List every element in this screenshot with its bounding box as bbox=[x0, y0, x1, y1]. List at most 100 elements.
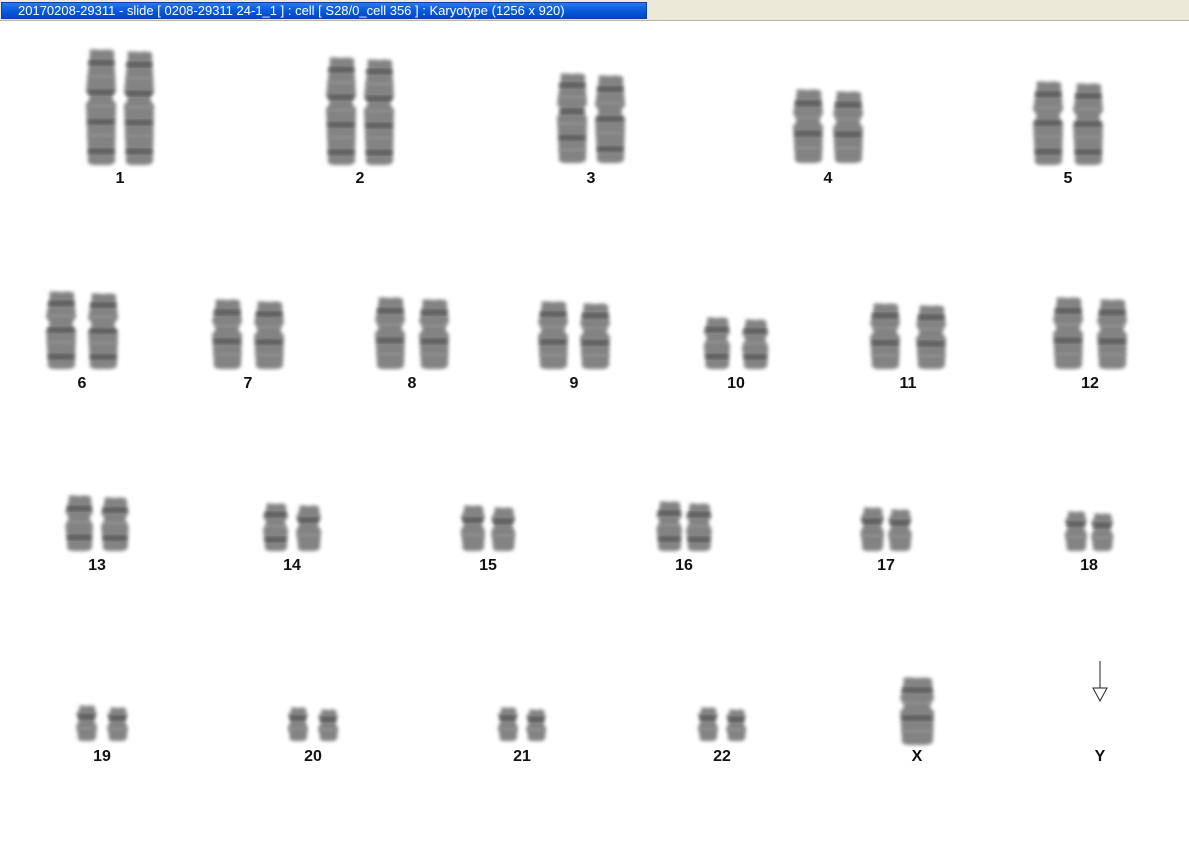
chromosome-band bbox=[366, 96, 392, 101]
chromosome-6-a[interactable] bbox=[46, 291, 76, 370]
chromosome-band bbox=[658, 523, 680, 527]
chromosome-16-b[interactable] bbox=[686, 503, 712, 552]
chromosome-label-10: 10 bbox=[727, 375, 745, 392]
chromosome-band bbox=[366, 82, 392, 86]
chromosome-band bbox=[795, 100, 821, 106]
chromosome-band bbox=[1055, 323, 1081, 327]
chromosome-label-14: 14 bbox=[283, 557, 301, 574]
chromosome-7-b[interactable] bbox=[254, 301, 284, 370]
chromosome-band bbox=[1099, 324, 1125, 328]
chromosome-band bbox=[528, 716, 545, 722]
chromosome-band bbox=[214, 338, 240, 344]
chromosome-band bbox=[109, 715, 126, 721]
chromosome-band bbox=[88, 104, 114, 108]
chromosome-2-b[interactable] bbox=[364, 59, 394, 166]
chromosome-8-b[interactable] bbox=[419, 299, 449, 370]
chromosome-15-a[interactable] bbox=[460, 505, 485, 552]
chromosome-band bbox=[1055, 337, 1081, 343]
chromosome-14-b[interactable] bbox=[296, 505, 321, 552]
chromosome-band bbox=[289, 727, 306, 731]
chromosome-18-b[interactable] bbox=[1091, 513, 1114, 552]
chromosome-band bbox=[88, 75, 114, 78]
chromosome-band bbox=[421, 338, 447, 344]
chromosome-band bbox=[1075, 93, 1101, 99]
chromosome-9-b[interactable] bbox=[580, 303, 610, 370]
chromosome-4-b[interactable] bbox=[833, 91, 863, 164]
chromosome-10-b[interactable] bbox=[742, 319, 769, 370]
chromosome-band bbox=[890, 520, 910, 526]
chromosome-band bbox=[48, 300, 74, 306]
chromosome-15-b[interactable] bbox=[491, 507, 516, 552]
chromosome-5-a[interactable] bbox=[1033, 81, 1063, 166]
chromosome-8-a[interactable] bbox=[375, 297, 405, 370]
chromosome-band bbox=[103, 535, 127, 541]
chromosome-20-b[interactable] bbox=[318, 709, 339, 742]
chromosome-5-b[interactable] bbox=[1073, 83, 1103, 166]
chromosome-1-a[interactable] bbox=[86, 49, 116, 166]
chromosome-18-a[interactable] bbox=[1064, 511, 1087, 552]
chromosome-21-b[interactable] bbox=[526, 709, 547, 742]
chromosome-22-a[interactable] bbox=[697, 707, 718, 742]
chromosome-6-b[interactable] bbox=[88, 293, 118, 370]
chromosome-band bbox=[1035, 91, 1061, 97]
chromosome-21-a[interactable] bbox=[497, 707, 518, 742]
chromosome-22-b[interactable] bbox=[726, 709, 747, 742]
chromosome-7-a[interactable] bbox=[212, 299, 242, 370]
chromosome-band bbox=[328, 94, 354, 100]
chromosome-2-a[interactable] bbox=[326, 57, 356, 166]
karyogram-canvas bbox=[46, 49, 1127, 746]
chromosome-1-b[interactable] bbox=[124, 51, 154, 166]
chromosome-13-a[interactable] bbox=[65, 495, 93, 552]
chromosome-band bbox=[1066, 535, 1085, 539]
chromosome-band bbox=[256, 353, 282, 357]
chromosome-3-a[interactable] bbox=[557, 73, 587, 164]
chromosome-band bbox=[658, 536, 680, 542]
chromosome-band bbox=[366, 136, 392, 140]
missing-arrow-icon bbox=[1092, 661, 1108, 703]
chromosome-label-17: 17 bbox=[877, 557, 895, 574]
chromosome-band bbox=[328, 149, 354, 155]
chromosome-12-a[interactable] bbox=[1053, 297, 1083, 370]
chromosome-label-X: X bbox=[911, 748, 923, 765]
chromosome-band bbox=[559, 108, 585, 114]
chromosome-9-a[interactable] bbox=[538, 301, 568, 370]
chromosome-12-b[interactable] bbox=[1097, 299, 1127, 370]
chromosome-band bbox=[835, 146, 861, 150]
chromosome-band bbox=[1075, 107, 1101, 111]
chromosome-label-9: 9 bbox=[569, 375, 579, 392]
chromosome-band bbox=[88, 60, 114, 66]
chromosome-19-a[interactable] bbox=[76, 705, 97, 742]
chromosome-10-a[interactable] bbox=[703, 317, 730, 370]
chromosome-11-b[interactable] bbox=[916, 305, 946, 370]
chromosome-4-a[interactable] bbox=[793, 89, 823, 164]
chromosome-11-a[interactable] bbox=[870, 303, 900, 370]
chromosome-band bbox=[918, 314, 944, 320]
chromosome-13-b[interactable] bbox=[101, 497, 129, 552]
chromosome-band bbox=[597, 86, 623, 92]
chromosome-band bbox=[559, 122, 585, 126]
chromosome-band bbox=[540, 325, 566, 329]
chromosome-band bbox=[328, 122, 354, 128]
chromosome-19-b[interactable] bbox=[107, 707, 128, 742]
chromosome-20-a[interactable] bbox=[287, 707, 308, 742]
chromosome-band bbox=[265, 524, 286, 528]
chromosome-band bbox=[256, 325, 282, 329]
chromosome-X[interactable] bbox=[900, 677, 934, 746]
chromosome-17-b[interactable] bbox=[888, 509, 912, 552]
chromosome-band bbox=[88, 89, 114, 95]
chromosome-band bbox=[377, 308, 403, 314]
chromosome-band bbox=[90, 315, 116, 319]
chromosome-band bbox=[918, 354, 944, 358]
chromosome-14-a[interactable] bbox=[263, 503, 288, 552]
chromosome-band bbox=[699, 715, 716, 721]
chromosome-16-a[interactable] bbox=[656, 501, 682, 552]
chromosome-band bbox=[103, 521, 127, 525]
chromosome-band bbox=[1035, 106, 1061, 110]
chromosome-band bbox=[795, 115, 821, 119]
chromosome-17-a[interactable] bbox=[860, 507, 884, 552]
chromosome-label-6: 6 bbox=[77, 375, 87, 392]
chromosome-band bbox=[1093, 522, 1112, 528]
chromosome-band bbox=[728, 716, 745, 722]
chromosome-3-b[interactable] bbox=[595, 75, 625, 164]
chromosome-band bbox=[1099, 338, 1125, 344]
